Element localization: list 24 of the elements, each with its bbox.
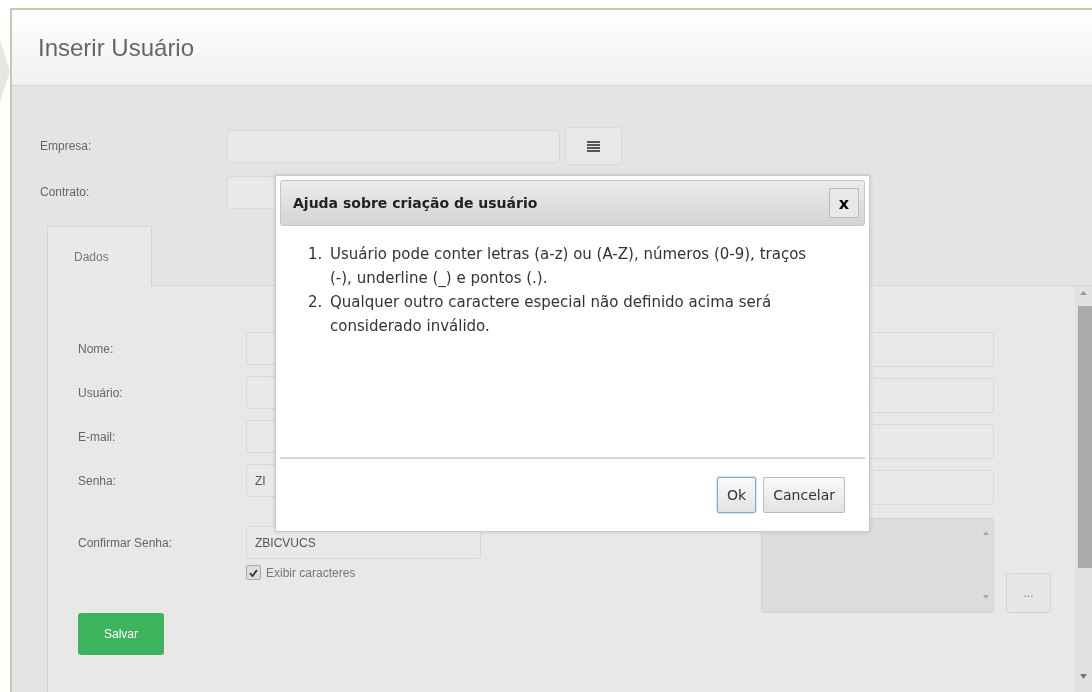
field-label: Nome: (78, 341, 115, 356)
close-button[interactable]: x (829, 188, 859, 218)
checkbox-label: Exibir caracteres (266, 565, 356, 580)
field-label: Contrato: (40, 185, 91, 199)
list-number: 1. (308, 244, 324, 265)
help-text: Qualquer outro caractere especial não definido acima será considerado inválido. (330, 292, 773, 337)
tab[interactable]: Dados (47, 226, 152, 286)
field-label: Empresa: (40, 139, 93, 153)
scrollbar[interactable] (1075, 286, 1092, 692)
list-button[interactable] (565, 127, 622, 165)
field-label: Usuário: (78, 385, 124, 400)
list-number: 2. (308, 292, 324, 313)
checkmark-icon (249, 568, 258, 577)
text-area[interactable] (761, 518, 994, 613)
help-text: Usuário pode conter letras (a-z) ou (A-Z), números (0-9), traços (-), underline (_) e pontos (.). (330, 244, 808, 289)
field-label: Confirmar Senha: (78, 535, 174, 550)
field-label: E-mail: (78, 429, 117, 444)
list-icon (587, 140, 600, 152)
dialog-button[interactable]: Cancelar (763, 477, 845, 513)
page-title: Inserir Usuário (38, 33, 195, 62)
dialog-button[interactable]: Ok (717, 477, 757, 513)
dialog-title: Ajuda sobre criação de usuário (293, 195, 538, 211)
field-label: Senha: (78, 473, 118, 488)
checkbox[interactable] (246, 565, 261, 580)
